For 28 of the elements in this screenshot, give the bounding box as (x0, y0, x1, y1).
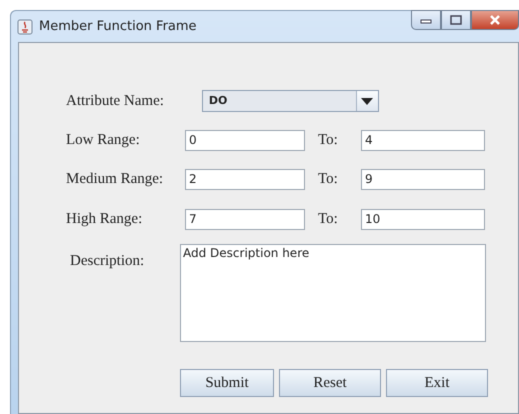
field-label: Attribute Name: (66, 92, 164, 110)
range-from-field[interactable]: 0 (185, 130, 305, 150)
field-label: To: (317, 132, 339, 148)
range-from-field[interactable]: 7 (185, 208, 305, 230)
action-button[interactable]: Reset (279, 369, 381, 397)
action-button[interactable]: Exit (386, 369, 488, 397)
close-icon (489, 15, 501, 25)
field-label: Low Range: (66, 132, 141, 148)
range-from-field[interactable]: 2 (185, 168, 305, 190)
minimize-button[interactable] (411, 10, 441, 30)
maximize-button[interactable] (441, 10, 471, 30)
range-to-field[interactable]: 9 (361, 168, 485, 190)
field-label: High Range: (66, 210, 144, 228)
field-label: To: (317, 210, 339, 228)
window-title: Member Function Frame (39, 19, 197, 34)
action-button[interactable]: Submit (180, 369, 274, 397)
caret-icon (361, 98, 374, 104)
description-field[interactable]: Add Description here (180, 244, 486, 342)
range-to-field[interactable]: 10 (361, 208, 485, 230)
field-label: To: (317, 170, 339, 188)
attribute-dropdown[interactable]: DO (202, 90, 379, 112)
close-button[interactable] (471, 10, 519, 30)
app-icon (17, 18, 33, 34)
field-label: Medium Range: (66, 170, 164, 188)
field-label: Description: (69, 252, 146, 270)
dropdown-button[interactable] (356, 91, 378, 111)
range-to-field[interactable]: 4 (361, 130, 485, 150)
maximize-icon (450, 15, 462, 25)
